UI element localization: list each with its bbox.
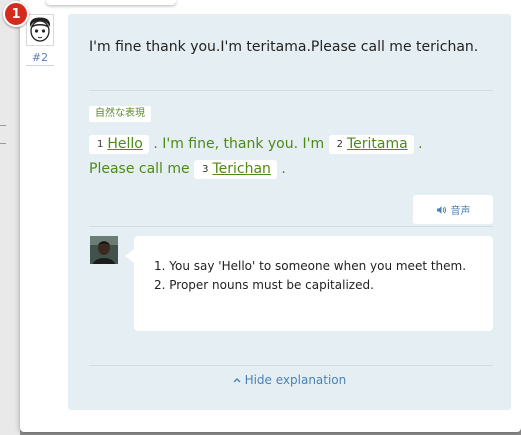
post-number[interactable]: #2 xyxy=(26,51,54,64)
explanation-text: 1. You say 'Hello' to someone when you m… xyxy=(154,257,474,294)
corrected-word[interactable]: Terichan xyxy=(212,161,270,177)
correction-text: . I'm fine, thank you. I'm xyxy=(153,136,325,152)
corrected-sentence: 1 Hello . I'm fine, thank you. I'm 2 Terit… xyxy=(89,132,489,182)
correction-marker-3[interactable]: 3 Terichan xyxy=(194,160,277,179)
popup-top-edge xyxy=(46,0,176,5)
hide-explanation-link[interactable]: Hide explanation xyxy=(68,373,511,387)
divider xyxy=(89,226,493,227)
explanation-line: 2. Proper nouns must be capitalized. xyxy=(154,277,374,292)
explanation-line: 1. You say 'Hello' to someone when you m… xyxy=(154,259,467,273)
author-avatar[interactable] xyxy=(26,14,54,46)
correction-marker-1[interactable]: 1 Hello xyxy=(89,135,149,154)
chevron-up-icon xyxy=(233,378,241,383)
post-number-underline xyxy=(26,65,54,66)
cartoon-face-icon xyxy=(29,17,51,42)
correction-text: . xyxy=(418,136,423,152)
corrected-word[interactable]: Hello xyxy=(107,136,143,152)
correction-text: Please call me xyxy=(89,161,190,177)
notification-badge[interactable]: 1 xyxy=(3,1,29,27)
divider xyxy=(89,365,493,366)
correction-line-1: 1 Hello . I'm fine, thank you. I'm 2 Terit… xyxy=(89,132,489,157)
audio-button[interactable]: 音声 xyxy=(413,195,493,224)
corrected-word[interactable]: Teritama xyxy=(347,136,408,152)
reviewer-photo-icon xyxy=(90,236,118,264)
correction-line-2: Please call me 3 Terichan . xyxy=(89,157,489,182)
background-page xyxy=(0,0,20,435)
natural-expression-tag: 自然な表現 xyxy=(89,106,151,122)
correction-number: 1 xyxy=(89,136,108,154)
original-sentence: I'm fine thank you.I'm teritama.Please c… xyxy=(89,39,479,55)
background-tick xyxy=(0,143,6,144)
explanation-pointer xyxy=(125,249,134,263)
background-tick xyxy=(0,125,6,126)
correction-number: 2 xyxy=(328,136,347,154)
audio-button-label: 音声 xyxy=(450,206,471,217)
hide-explanation-label: Hide explanation xyxy=(244,373,347,387)
correction-marker-2[interactable]: 2 Teritama xyxy=(328,135,414,154)
correction-number: 3 xyxy=(194,161,213,179)
correction-text: . xyxy=(281,161,286,177)
speaker-icon xyxy=(436,205,446,214)
reviewer-avatar[interactable] xyxy=(90,236,118,264)
divider xyxy=(89,90,493,91)
